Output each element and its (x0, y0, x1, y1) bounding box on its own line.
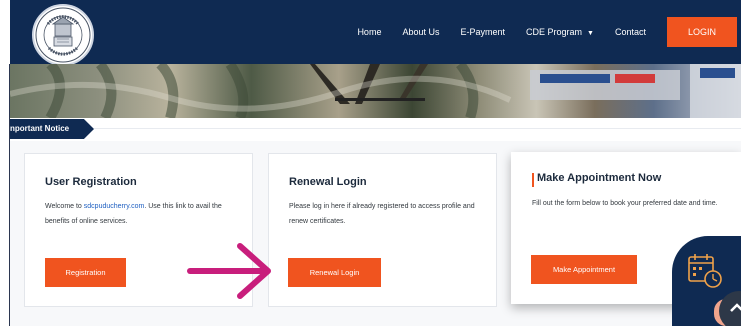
registration-button[interactable]: Registration (45, 258, 126, 287)
login-button[interactable]: LOGIN (667, 17, 737, 47)
nav-link-contact[interactable]: Contact (615, 27, 646, 37)
nav-link-cde-program-label: CDE Program (526, 27, 583, 37)
logo-seal-icon[interactable] (32, 4, 94, 66)
nav-links: Home About Us E-Payment CDE Program ▼ Con… (357, 0, 741, 64)
make-appointment-button[interactable]: Make Appointment (531, 255, 637, 284)
nav-link-e-payment[interactable]: E-Payment (460, 27, 505, 37)
hero-banner-image (10, 64, 741, 118)
calendar-clock-icon (688, 254, 722, 288)
nav-link-cde-program[interactable]: CDE Program ▼ (526, 27, 594, 37)
chevron-down-icon: ▼ (587, 30, 594, 37)
card-description: Welcome to sdcpuducherry.com. Use this l… (45, 199, 240, 229)
renewal-login-card: Renewal Login Please log in here if alre… (268, 153, 497, 307)
title-accent-bar (532, 173, 534, 187)
page: Home About Us E-Payment CDE Program ▼ Con… (0, 0, 741, 326)
card-description: Please log in here if already registered… (289, 203, 475, 225)
site-link[interactable]: sdcpuducherry.com (84, 203, 145, 210)
nav-link-home[interactable]: Home (357, 27, 381, 37)
card-title: Renewal Login (289, 176, 367, 188)
card-title: User Registration (45, 176, 137, 188)
card-title: Make Appointment Now (537, 172, 662, 184)
renewal-login-button[interactable]: Renewal Login (288, 258, 381, 287)
card-description: Fill out the form below to book your pre… (532, 200, 718, 207)
navbar: Home About Us E-Payment CDE Program ▼ Con… (10, 0, 741, 66)
card-text-prefix: Welcome to (45, 203, 84, 210)
nav-link-about-us[interactable]: About Us (402, 27, 439, 37)
notice-ticker-line (94, 128, 741, 129)
important-notice-label[interactable]: nportant Notice (10, 119, 94, 139)
arrow-right-annotation-icon (187, 243, 271, 299)
